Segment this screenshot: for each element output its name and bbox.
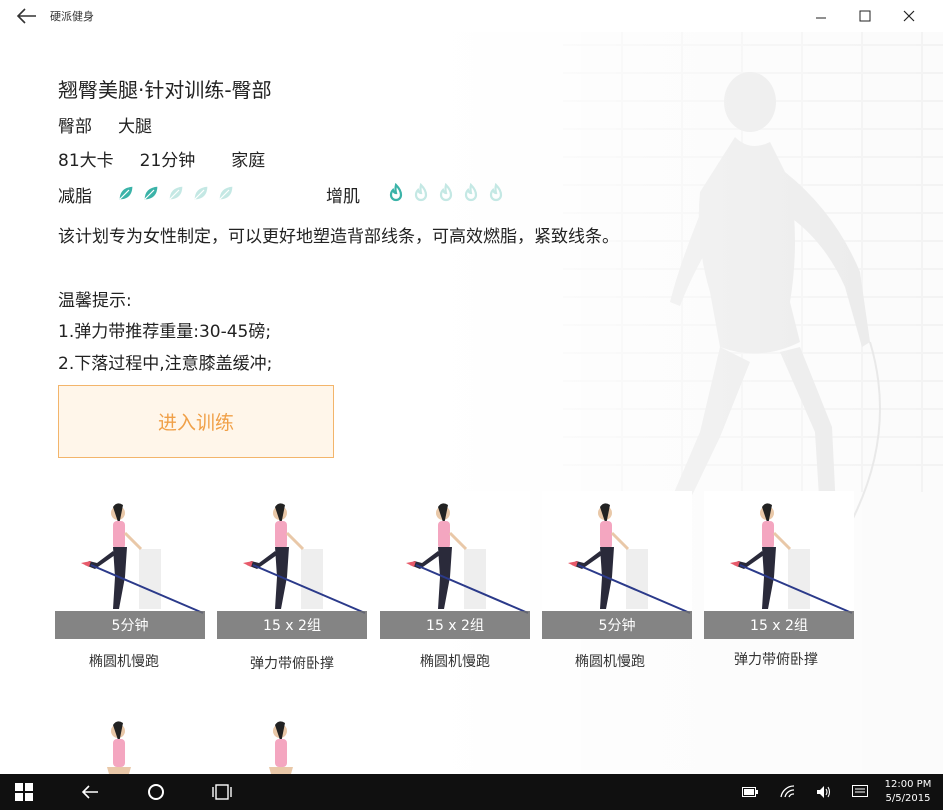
fat-loss-label: 减脂 <box>58 187 92 207</box>
plan-title: 翘臀美腿·针对训练-臀部 <box>58 78 272 102</box>
task-view-icon[interactable] <box>202 774 242 810</box>
exercise-badge: 15 x 2组 <box>217 611 367 639</box>
tip-item: 2.下落过程中,注意膝盖缓冲; <box>58 354 273 374</box>
tips-title: 温馨提示: <box>58 291 132 311</box>
maximize-button[interactable] <box>842 0 888 32</box>
leaf-icon <box>193 185 209 201</box>
volume-icon[interactable] <box>812 774 836 810</box>
exercise-card[interactable]: 5分钟 <box>55 491 205 639</box>
system-clock[interactable]: 12:00 PM 5/5/2015 <box>878 778 938 806</box>
leaf-icon <box>118 185 134 201</box>
exercise-thumbnail <box>55 709 205 774</box>
enter-training-button[interactable]: 进入训练 <box>58 385 334 458</box>
exercise-name: 椭圆机慢跑 <box>420 654 490 670</box>
windows-icon[interactable] <box>6 774 42 810</box>
flame-icon <box>414 183 428 202</box>
tag-item: 大腿 <box>118 117 152 137</box>
exercise-thumbnail <box>217 709 367 774</box>
tip-item: 1.弹力带推荐重量:30-45磅; <box>58 322 272 342</box>
back-arrow-icon[interactable] <box>14 5 40 27</box>
leaf-icon <box>143 185 159 201</box>
location-value: 家庭 <box>231 151 266 171</box>
exercise-badge: 5分钟 <box>542 611 692 639</box>
exercise-name: 弹力带俯卧撑 <box>734 652 818 668</box>
flame-icon <box>439 183 453 202</box>
muscle-gain-label: 增肌 <box>326 187 360 207</box>
minimize-button[interactable] <box>798 0 844 32</box>
exercise-name: 椭圆机慢跑 <box>89 654 159 670</box>
flame-icon <box>489 183 503 202</box>
clock-date: 5/5/2015 <box>885 793 931 804</box>
wifi-icon[interactable] <box>776 774 800 810</box>
exercise-badge: 15 x 2组 <box>380 611 530 639</box>
exercise-badge: 5分钟 <box>55 611 205 639</box>
exercise-card[interactable]: 15 x 2组 <box>704 491 854 639</box>
battery-icon[interactable] <box>738 774 762 810</box>
notification-icon[interactable] <box>848 774 872 810</box>
exercise-card[interactable] <box>55 709 205 774</box>
duration-value: 21分钟 <box>139 151 196 171</box>
plan-tags: 臀部 大腿 <box>58 112 152 137</box>
clock-time: 12:00 PM <box>884 779 932 790</box>
back-icon[interactable] <box>70 774 110 810</box>
exercise-badge: 15 x 2组 <box>704 611 854 639</box>
cortana-icon[interactable] <box>136 774 176 810</box>
fat-loss-rating <box>116 183 236 203</box>
exercise-card[interactable] <box>217 709 367 774</box>
plan-description: 该计划专为女性制定，可以更好地塑造背部线条，可高效燃脂，紧致线条。 <box>58 227 619 247</box>
flame-icon <box>389 183 403 202</box>
exercise-name: 椭圆机慢跑 <box>575 654 645 670</box>
muscle-gain-rating <box>386 183 506 203</box>
title-bar: 硬派健身 <box>0 0 943 32</box>
plan-stats: 81大卡 21分钟 家庭 <box>58 146 265 171</box>
window-title: 硬派健身 <box>50 10 94 23</box>
exercise-card[interactable]: 5分钟 <box>542 491 692 639</box>
exercise-card[interactable]: 15 x 2组 <box>217 491 367 639</box>
calories-value: 81大卡 <box>58 151 114 171</box>
leaf-icon <box>218 185 234 201</box>
close-button[interactable] <box>886 0 932 32</box>
taskbar: 12:00 PM 5/5/2015 <box>0 774 943 810</box>
leaf-icon <box>168 185 184 201</box>
exercise-card[interactable]: 15 x 2组 <box>380 491 530 639</box>
flame-icon <box>464 183 478 202</box>
plan-detail: 翘臀美腿·针对训练-臀部 臀部 大腿 81大卡 21分钟 家庭 减脂 增肌 该计划专为… <box>0 32 943 774</box>
exercise-name: 弹力带俯卧撑 <box>250 656 334 672</box>
tag-item: 臀部 <box>58 117 92 137</box>
